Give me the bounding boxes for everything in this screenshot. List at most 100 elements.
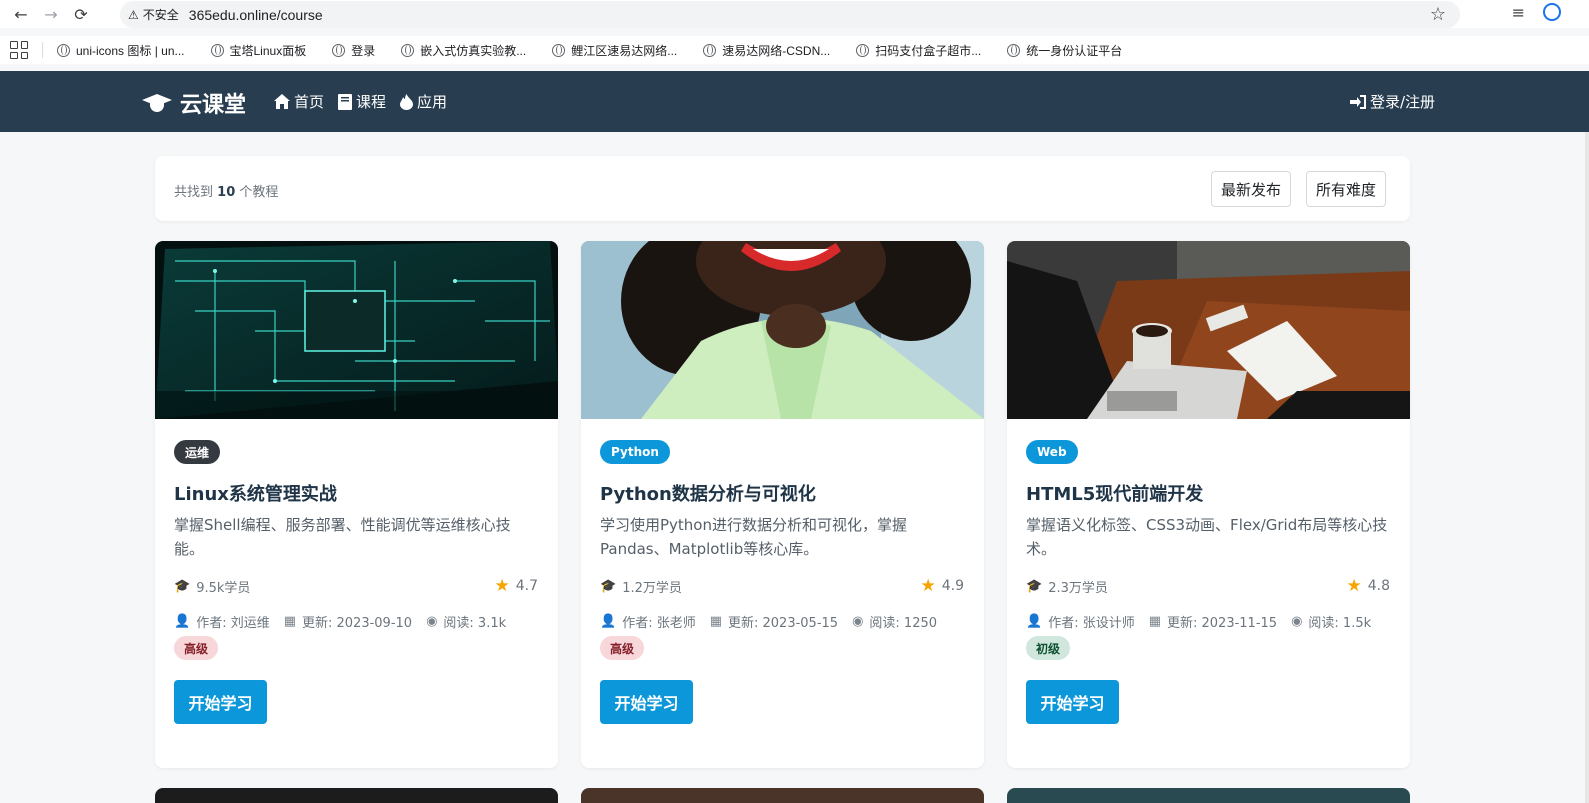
nav-label: 应用 [417,93,448,111]
login-register-link[interactable]: 登录/注册 [1349,91,1435,112]
start-learning-button[interactable]: 开始学习 [174,680,267,724]
globe-icon [552,43,566,57]
bookmark-label: 嵌入式仿真实验教... [420,43,527,58]
course-title[interactable]: Python数据分析与可视化 [600,480,816,506]
bookmark-item[interactable]: 扫码支付盒子超市... [856,42,981,59]
eye-icon: ◉ [1291,614,1303,629]
course-meta: 👤 作者: 张设计师 ▦ 更新: 2023-11-15 ◉ 阅读: 1.5k [1026,612,1371,631]
address-bar[interactable]: ⚠ 不安全 365edu.online/course ☆ [120,1,1460,28]
course-card-preview[interactable] [581,788,984,803]
globe-icon [703,43,717,57]
author: 作者: 刘运维 [196,616,270,631]
result-count-value: 10 [217,185,236,200]
bookmark-item[interactable]: 速易达网络-CSDN... [703,42,830,59]
difficulty-badge: 高级 [600,636,645,660]
bookmark-label: 速易达网络-CSDN... [722,43,831,58]
graduate-icon: 🎓 [600,579,617,594]
nav-item-home[interactable]: 首页 [274,91,324,112]
bookmarks-bar: uni-icons 图标 | un... 宝塔Linux面板 登录 嵌入式仿真实… [0,36,1589,64]
calendar-icon: ▦ [709,614,722,629]
category-tag[interactable]: Python [600,440,670,464]
course-card-preview[interactable] [155,788,558,803]
course-title[interactable]: Linux系统管理实战 [174,480,337,506]
course-description: 学习使用Python进行数据分析和可视化，掌握Pandas、Matplotlib… [600,516,907,558]
bookmark-item[interactable]: 宝塔Linux面板 [210,42,307,59]
bookmark-item[interactable]: 嵌入式仿真实验教... [401,42,526,59]
sign-in-icon [1349,94,1366,109]
bookmark-label: 宝塔Linux面板 [229,43,307,58]
globe-icon [210,43,224,57]
back-arrow-icon[interactable]: ← [6,0,36,28]
author: 作者: 张设计师 [1048,616,1135,631]
star-icon: ★ [1346,576,1362,596]
bookmark-item[interactable]: 登录 [332,42,375,59]
calendar-icon: ▦ [1148,614,1161,629]
star-icon: ★ [494,576,510,596]
difficulty-badge: 初级 [1026,636,1071,660]
home-icon [274,94,290,109]
course-meta: 👤 作者: 刘运维 ▦ 更新: 2023-09-10 ◉ 阅读: 3.1k [174,612,506,631]
divider [42,42,43,58]
course-rating: ★ 4.7 [494,576,538,596]
bookmark-item[interactable]: uni-icons 图标 | un... [57,42,185,59]
course-thumbnail [155,241,558,419]
bookmark-label: 登录 [351,43,376,58]
filter-bar: 共找到 10 个教程 最新发布 所有难度 [155,156,1410,221]
nav-label: 首页 [294,93,325,111]
difficulty-badge: 高级 [174,636,219,660]
student-count: 🎓 1.2万学员 [600,579,682,596]
user-icon: 👤 [1026,614,1043,629]
result-count: 共找到 10 个教程 [174,185,279,200]
page-scrollbar[interactable] [1585,132,1589,803]
bookmark-star-icon[interactable]: ☆ [1430,4,1446,25]
nav-item-apps[interactable]: 应用 [400,91,447,112]
main-nav: 首页 课程 应用 [274,91,447,112]
login-label: 登录/注册 [1369,93,1435,111]
eye-icon: ◉ [426,614,438,629]
book-icon [338,93,353,110]
user-icon: 👤 [174,614,191,629]
course-card[interactable]: Web HTML5现代前端开发 掌握语义化标签、CSS3动画、Flex/Grid… [1007,241,1410,768]
updated-date: 更新: 2023-09-10 [302,616,413,631]
course-description: 掌握语义化标签、CSS3动画、Flex/Grid布局等核心技术。 [1026,516,1388,558]
course-card-preview[interactable] [1007,788,1410,803]
start-learning-button[interactable]: 开始学习 [1026,680,1119,724]
category-tag[interactable]: Web [1026,440,1078,464]
graduate-icon: 🎓 [174,579,191,594]
start-learning-button[interactable]: 开始学习 [600,680,693,724]
category-tag[interactable]: 运维 [174,440,221,464]
globe-icon [332,43,346,57]
warning-icon: ⚠ [128,7,139,22]
view-count: 阅读: 1250 [869,616,938,631]
course-rating: ★ 4.8 [1346,576,1390,596]
site-logo[interactable]: 云课堂 [142,87,246,119]
media-control-icon[interactable]: ≡ [1512,3,1525,22]
profile-avatar-icon[interactable] [1543,3,1561,21]
course-title[interactable]: HTML5现代前端开发 [1026,480,1203,506]
brand-name: 云课堂 [180,93,247,118]
course-card[interactable]: 运维 Linux系统管理实战 掌握Shell编程、服务部署、性能调优等运维核心技… [155,241,558,768]
url-text: 365edu.online/course [188,6,323,23]
bookmark-item[interactable]: 鲤江区速易达网络... [552,42,677,59]
course-card[interactable]: Python Python数据分析与可视化 学习使用Python进行数据分析和可… [581,241,984,768]
globe-icon [1007,43,1021,57]
course-meta: 👤 作者: 张老师 ▦ 更新: 2023-05-15 ◉ 阅读: 1250 [600,612,937,631]
updated-date: 更新: 2023-05-15 [728,616,839,631]
forward-arrow-icon[interactable]: → [36,0,66,28]
globe-icon [856,43,870,57]
nav-item-courses[interactable]: 课程 [338,91,386,112]
star-icon: ★ [920,576,936,596]
fire-icon [400,93,414,110]
apps-grid-icon[interactable] [10,41,28,59]
reload-icon[interactable]: ⟳ [66,0,96,28]
bookmark-label: 统一身份认证平台 [1026,43,1123,58]
calendar-icon: ▦ [283,614,296,629]
graduation-cap-icon [142,92,172,114]
course-description: 掌握Shell编程、服务部署、性能调优等运维核心技能。 [174,516,511,558]
bookmark-item[interactable]: 统一身份认证平台 [1007,42,1122,59]
difficulty-dropdown[interactable]: 所有难度 [1306,171,1387,207]
sort-dropdown[interactable]: 最新发布 [1211,171,1292,207]
bookmark-label: uni-icons 图标 | un... [76,43,185,58]
globe-icon [57,43,70,57]
security-indicator[interactable]: ⚠ 不安全 [128,6,189,23]
